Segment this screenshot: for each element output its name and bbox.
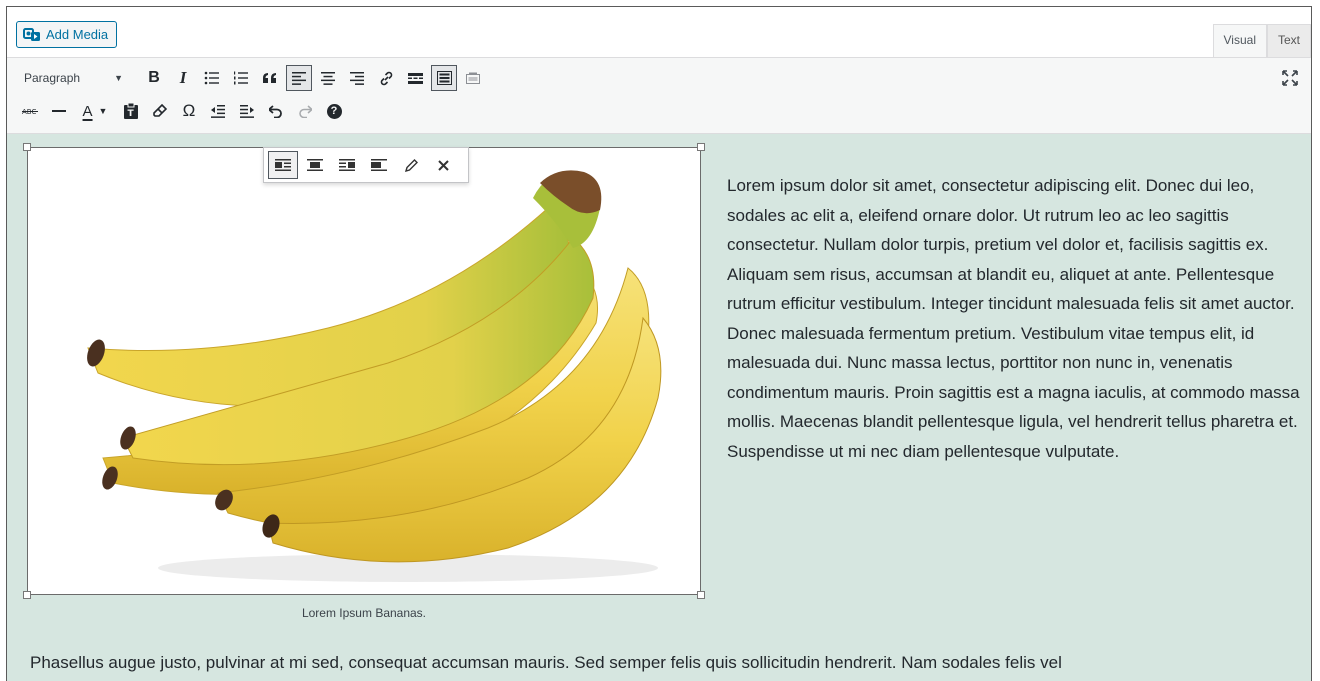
fullscreen-icon: [1282, 70, 1298, 86]
toolbar-toggle-button[interactable]: [431, 65, 457, 91]
editor-top-bar: Add Media Visual Text: [7, 7, 1311, 57]
add-media-icon: [23, 27, 41, 43]
outdent-button[interactable]: [205, 98, 231, 124]
image-align-left-button[interactable]: [268, 151, 298, 179]
numbered-list-button[interactable]: [228, 65, 254, 91]
align-right-button[interactable]: [344, 65, 370, 91]
align-left-button[interactable]: [286, 65, 312, 91]
image-no-alignment-button[interactable]: [364, 151, 394, 179]
horizontal-line-button[interactable]: [46, 98, 72, 124]
numbered-list-icon: [234, 71, 248, 85]
toolbar-row-2: ABC A ▼ T Ω: [17, 96, 350, 126]
toolbar-toggle-icon: [436, 71, 452, 85]
image-align-center-button[interactable]: [300, 151, 330, 179]
text-color-button[interactable]: A ▼: [75, 98, 115, 124]
chevron-down-icon: ▼: [114, 73, 123, 83]
format-select-value: Paragraph: [24, 71, 81, 85]
help-button[interactable]: ?: [321, 98, 347, 124]
horizontal-line-icon: [52, 110, 66, 112]
add-media-label: Add Media: [46, 27, 109, 42]
redo-button[interactable]: [292, 98, 318, 124]
no-alignment-icon: [371, 159, 387, 171]
editor-mode-tabs: Visual Text: [1212, 24, 1311, 57]
remove-icon: [437, 159, 449, 171]
italic-button[interactable]: I: [170, 65, 196, 91]
align-left-icon: [292, 71, 306, 85]
image-remove-button[interactable]: [428, 151, 458, 179]
fullscreen-button[interactable]: [1281, 69, 1299, 87]
bananas-image: [87, 170, 662, 582]
image-align-right-button[interactable]: [332, 151, 362, 179]
tab-visual[interactable]: Visual: [1212, 24, 1267, 57]
image-inline-toolbar: [263, 147, 469, 183]
blockquote-icon: [263, 73, 276, 83]
italic-icon: I: [179, 68, 187, 87]
add-media-button[interactable]: Add Media: [16, 21, 118, 48]
image-edit-button[interactable]: [396, 151, 426, 179]
align-center-button[interactable]: [315, 65, 341, 91]
indent-icon: [240, 104, 254, 118]
bold-button[interactable]: B: [141, 65, 167, 91]
undo-button[interactable]: [263, 98, 289, 124]
align-right-icon: [350, 71, 364, 85]
edit-pencil-icon: [404, 158, 418, 172]
formatting-toolbar: Paragraph ▼ B I A ▼ T Ω ?: [7, 57, 1311, 134]
insert-media-button[interactable]: [460, 65, 486, 91]
bold-icon: B: [148, 69, 160, 86]
link-icon: [380, 71, 392, 85]
editor-content-area[interactable]: Lorem Ipsum Bananas. Lorem ipsum dolor s…: [7, 134, 1311, 681]
outdent-icon: [211, 104, 225, 118]
bulleted-list-button[interactable]: [199, 65, 225, 91]
read-more-icon: [407, 72, 423, 84]
align-center-icon: [321, 71, 335, 85]
special-character-button[interactable]: Ω: [176, 98, 202, 124]
undo-icon: [269, 104, 282, 118]
selected-image[interactable]: [23, 143, 705, 599]
bulleted-list-icon: [204, 71, 219, 85]
blockquote-button[interactable]: [257, 65, 283, 91]
align-center-icon: [307, 159, 323, 171]
insert-link-button[interactable]: [373, 65, 399, 91]
align-left-icon: [275, 159, 291, 171]
align-right-icon: [339, 159, 355, 171]
strikethrough-icon: ABC: [22, 108, 38, 116]
paste-as-text-icon: T: [124, 103, 138, 119]
special-character-icon: Ω: [182, 101, 196, 120]
indent-button[interactable]: [234, 98, 260, 124]
redo-icon: [299, 104, 312, 118]
insert-media-icon: [466, 72, 480, 84]
read-more-button[interactable]: [402, 65, 428, 91]
post-editor: Add Media Visual Text Paragraph ▼ B I A …: [6, 6, 1312, 681]
strikethrough-button[interactable]: ABC: [17, 98, 43, 124]
clear-formatting-icon: [153, 104, 167, 117]
help-icon: ?: [326, 103, 342, 119]
tab-text[interactable]: Text: [1266, 24, 1311, 57]
format-select[interactable]: Paragraph ▼: [17, 66, 129, 90]
text-color-icon: A: [82, 102, 93, 120]
clear-formatting-button[interactable]: [147, 98, 173, 124]
image-caption: Lorem Ipsum Bananas.: [301, 606, 427, 620]
paste-as-text-button[interactable]: T: [118, 98, 144, 124]
paragraph-2: Phasellus augue justo, pulvinar at mi se…: [30, 653, 1062, 672]
toolbar-row-1: Paragraph ▼ B I: [17, 63, 489, 93]
paragraph-1: Lorem ipsum dolor sit amet, consectetur …: [727, 176, 1300, 461]
chevron-down-icon: ▼: [98, 106, 108, 116]
svg-text:T: T: [128, 109, 135, 119]
